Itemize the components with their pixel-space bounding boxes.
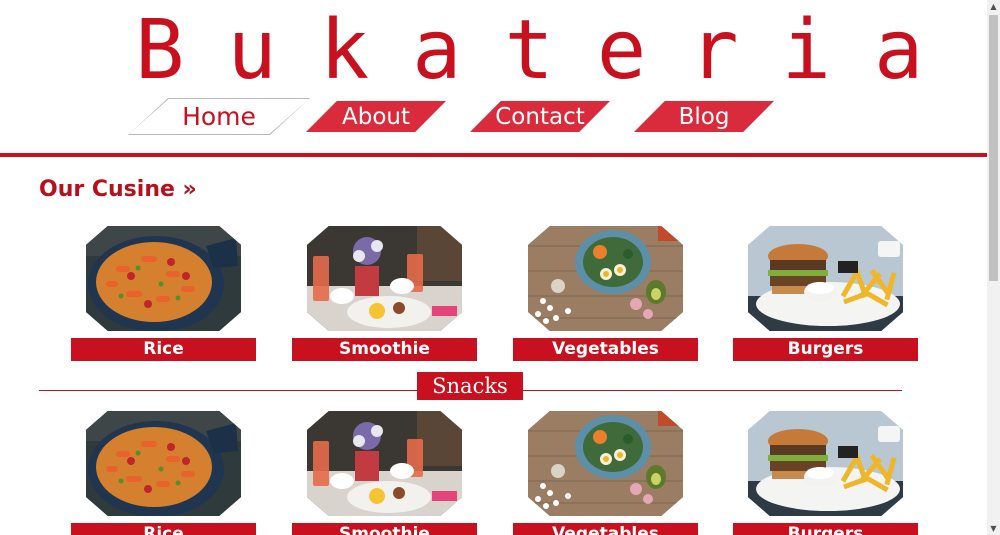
card-caption[interactable]: Smoothie: [292, 523, 477, 535]
burger-fries-image[interactable]: [748, 226, 903, 331]
snacks-heading: Snacks: [417, 372, 523, 400]
card-caption[interactable]: Vegetables: [513, 523, 698, 535]
card-caption[interactable]: Smoothie: [292, 338, 477, 361]
header-divider: [0, 153, 987, 157]
section-title: Our Cusine »: [39, 177, 197, 202]
burger-fries-image[interactable]: [748, 411, 903, 516]
vegetable-bowl-image[interactable]: [528, 411, 683, 516]
scroll-up-arrow-icon[interactable]: ▲: [987, 0, 1000, 13]
nav-about[interactable]: About: [306, 101, 446, 132]
snack-card-vegetables[interactable]: Vegetables: [513, 411, 698, 535]
cuisine-card-rice[interactable]: Rice: [71, 226, 256, 361]
vertical-scrollbar[interactable]: ▲ ▼: [987, 0, 1000, 535]
nav-about-label: About: [341, 103, 410, 130]
vegetable-bowl-image[interactable]: [528, 226, 683, 331]
card-caption[interactable]: Burgers: [733, 523, 918, 535]
nav-contact-label: Contact: [495, 103, 585, 130]
scroll-down-arrow-icon[interactable]: ▼: [987, 522, 1000, 535]
nav-home[interactable]: Home: [128, 98, 310, 135]
snack-card-smoothie[interactable]: Smoothie: [292, 411, 477, 535]
card-caption[interactable]: Burgers: [733, 338, 918, 361]
card-caption[interactable]: Rice: [71, 523, 256, 535]
nav-blog[interactable]: Blog: [634, 101, 774, 132]
scrollbar-thumb[interactable]: [989, 15, 998, 281]
jollof-rice-pan-image[interactable]: [86, 411, 241, 516]
card-caption[interactable]: Vegetables: [513, 338, 698, 361]
site-logo[interactable]: Bukateria: [135, 6, 923, 96]
snack-card-burgers[interactable]: Burgers: [733, 411, 918, 535]
nav-contact[interactable]: Contact: [470, 101, 610, 132]
jollof-rice-pan-image[interactable]: [86, 226, 241, 331]
page: Bukateria Home About Contact Blog Our Cu…: [0, 0, 987, 535]
smoothie-breakfast-image[interactable]: [307, 226, 462, 331]
cuisine-card-burgers[interactable]: Burgers: [733, 226, 918, 361]
smoothie-breakfast-image[interactable]: [307, 411, 462, 516]
nav-blog-label: Blog: [678, 103, 730, 130]
cuisine-card-smoothie[interactable]: Smoothie: [292, 226, 477, 361]
nav-home-label: Home: [182, 102, 256, 131]
snack-card-rice[interactable]: Rice: [71, 411, 256, 535]
card-caption[interactable]: Rice: [71, 338, 256, 361]
cuisine-card-vegetables[interactable]: Vegetables: [513, 226, 698, 361]
